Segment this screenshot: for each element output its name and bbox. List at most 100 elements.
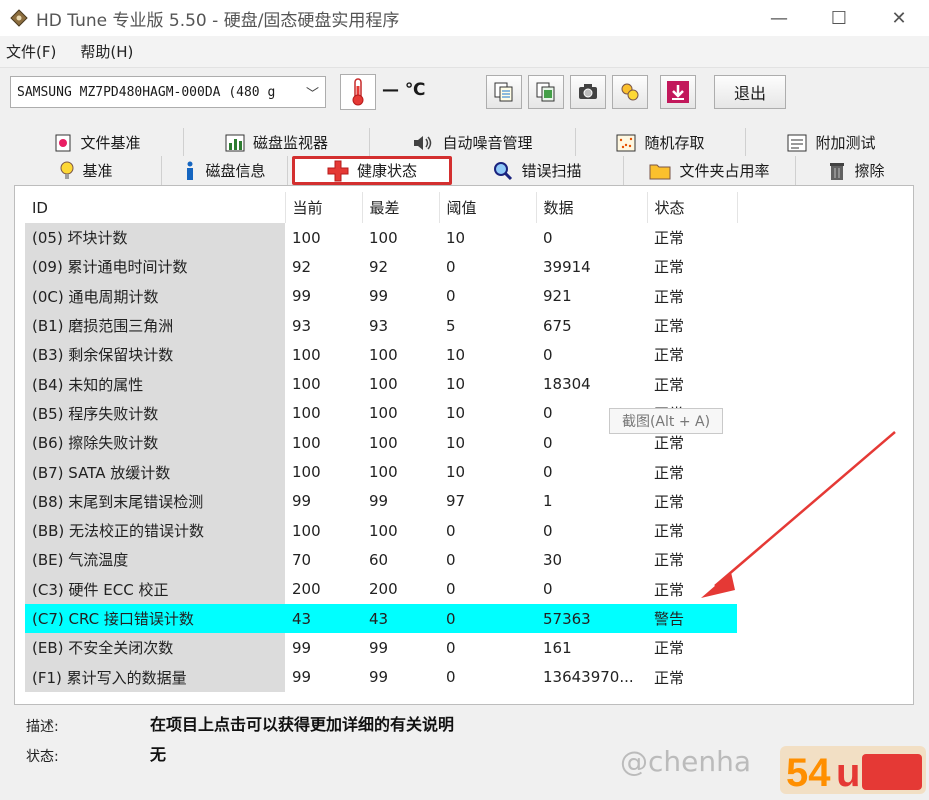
cell-id: (B8) 末尾到末尾错误检测 bbox=[25, 486, 285, 516]
table-row[interactable]: (0C) 通电周期计数 99 99 0 921 正常 bbox=[25, 281, 737, 311]
wrench-icon bbox=[621, 83, 639, 101]
col-current[interactable]: 当前 bbox=[285, 192, 363, 223]
table-row[interactable]: (EB) 不安全关闭次数 99 99 0 161 正常 bbox=[25, 633, 737, 663]
tab-disk-info[interactable]: 磁盘信息 bbox=[162, 156, 288, 185]
tab-error-scan[interactable]: 错误扫描 bbox=[452, 156, 624, 185]
cell-data: 30 bbox=[543, 550, 563, 569]
table-row[interactable]: (B7) SATA 放缓计数 100 100 10 0 正常 bbox=[25, 457, 737, 487]
cell-data: 0 bbox=[543, 521, 553, 540]
copy-icon bbox=[494, 82, 513, 102]
svg-text:u: u bbox=[836, 751, 860, 795]
cell-data: 161 bbox=[543, 638, 572, 657]
cell-status: 正常 bbox=[654, 258, 685, 277]
cell-status: 正常 bbox=[654, 375, 685, 394]
table-row[interactable]: (B1) 磨损范围三角洲 93 93 5 675 正常 bbox=[25, 310, 737, 341]
tab-file-benchmark[interactable]: 文件基准 bbox=[12, 128, 184, 157]
tab-benchmark[interactable]: 基准 bbox=[12, 156, 162, 185]
drive-select[interactable]: SAMSUNG MZ7PD480HAGM-000DA (480 g ﹀ bbox=[10, 76, 326, 108]
col-worst[interactable]: 最差 bbox=[362, 192, 440, 223]
cell-data: 675 bbox=[543, 316, 572, 335]
cell-threshold: 10 bbox=[446, 463, 466, 482]
table-row[interactable]: (B8) 末尾到末尾错误检测 99 99 97 1 正常 bbox=[25, 486, 737, 516]
exit-button[interactable]: 退出 bbox=[714, 75, 786, 109]
camera-icon bbox=[579, 84, 597, 99]
tabs-top-row: 文件基准 磁盘监视器 自动噪音管理 随机存取 附加测试 bbox=[12, 128, 917, 157]
cell-threshold: 0 bbox=[446, 638, 456, 657]
table-row[interactable]: (B3) 剩余保留块计数 100 100 10 0 正常 bbox=[25, 340, 737, 370]
copy-all-button[interactable] bbox=[528, 75, 564, 109]
cell-status: 正常 bbox=[654, 229, 685, 248]
cell-current: 70 bbox=[292, 550, 312, 569]
cell-status: 正常 bbox=[654, 668, 685, 687]
cell-data: 0 bbox=[543, 345, 553, 364]
minimize-button[interactable]: — bbox=[749, 0, 809, 36]
site-logo-watermark: 54 u bbox=[780, 746, 926, 795]
tabs-bottom-row: 基准 磁盘信息 健康状态 错误扫描 文件夹占用率 擦除 bbox=[12, 156, 917, 185]
disk-monitor-icon bbox=[225, 134, 245, 151]
col-threshold[interactable]: 阈值 bbox=[439, 192, 537, 223]
tab-extra-tests[interactable]: 附加测试 bbox=[746, 128, 917, 157]
copy-button[interactable] bbox=[486, 75, 522, 109]
file-benchmark-icon bbox=[55, 134, 71, 151]
cell-current: 43 bbox=[285, 603, 362, 634]
col-id[interactable]: ID bbox=[25, 192, 286, 223]
close-button[interactable]: ✕ bbox=[869, 0, 929, 36]
cell-threshold: 10 bbox=[446, 433, 466, 452]
tab-erase[interactable]: 擦除 bbox=[796, 156, 917, 185]
cell-worst: 100 bbox=[369, 463, 398, 482]
cell-data: 13643970... bbox=[543, 668, 634, 687]
table-row[interactable]: (09) 累计通电时间计数 92 92 0 39914 正常 bbox=[25, 252, 737, 282]
cell-threshold: 97 bbox=[446, 492, 466, 511]
cell-worst: 99 bbox=[369, 638, 389, 657]
random-access-icon bbox=[616, 134, 636, 151]
cell-threshold: 0 bbox=[446, 287, 456, 306]
cell-worst: 100 bbox=[369, 433, 398, 452]
cell-worst: 99 bbox=[369, 492, 389, 511]
download-arrow-icon bbox=[667, 81, 689, 103]
cell-id: (B4) 未知的属性 bbox=[25, 369, 285, 399]
cell-current: 100 bbox=[292, 375, 321, 394]
menu-file[interactable]: 文件(F) bbox=[6, 41, 56, 62]
col-status[interactable]: 状态 bbox=[647, 192, 738, 223]
thermometer-icon bbox=[340, 74, 376, 110]
cell-current: 100 bbox=[292, 228, 321, 247]
menu-help[interactable]: 帮助(H) bbox=[80, 41, 133, 62]
temperature-readout: — ℃ bbox=[382, 80, 426, 100]
table-row-warning[interactable]: (C7) CRC 接口错误计数 43 43 0 57363 警告 bbox=[25, 603, 737, 634]
cell-threshold: 10 bbox=[446, 345, 466, 364]
cell-id: (05) 坏块计数 bbox=[25, 223, 285, 253]
table-row[interactable]: (C3) 硬件 ECC 校正 200 200 0 0 正常 bbox=[25, 574, 737, 604]
annotation-arrow bbox=[701, 431, 896, 598]
table-row[interactable]: (BE) 气流温度 70 60 0 30 正常 bbox=[25, 545, 737, 575]
table-row[interactable]: (05) 坏块计数 100 100 10 0 正常 bbox=[25, 223, 737, 253]
tab-disk-monitor[interactable]: 磁盘监视器 bbox=[184, 128, 370, 157]
cell-threshold: 10 bbox=[446, 404, 466, 423]
cell-worst: 100 bbox=[369, 404, 398, 423]
tab-random-access[interactable]: 随机存取 bbox=[576, 128, 746, 157]
save-button[interactable] bbox=[660, 75, 696, 109]
cell-threshold: 0 bbox=[446, 668, 456, 687]
cell-id: (B5) 程序失败计数 bbox=[25, 398, 285, 429]
cell-threshold: 0 bbox=[446, 550, 456, 569]
description-value: 在项目上点击可以获得更加详细的有关说明 bbox=[150, 715, 455, 734]
table-row[interactable]: (B4) 未知的属性 100 100 10 18304 正常 bbox=[25, 369, 737, 399]
smart-table: ID 当前 最差 阈值 数据 状态 (05) 坏块计数 100 100 10 0 正常 (0… bbox=[25, 192, 738, 692]
cell-threshold: 10 bbox=[446, 375, 466, 394]
options-button[interactable] bbox=[612, 75, 648, 109]
cell-worst: 100 bbox=[369, 375, 398, 394]
cell-worst: 60 bbox=[369, 550, 389, 569]
tab-folder-usage[interactable]: 文件夹占用率 bbox=[624, 156, 796, 185]
tab-health[interactable]: 健康状态 bbox=[292, 156, 452, 185]
col-data[interactable]: 数据 bbox=[536, 192, 648, 223]
table-row[interactable]: (BB) 无法校正的错误计数 100 100 0 0 正常 bbox=[25, 515, 737, 546]
cell-current: 100 bbox=[292, 463, 321, 482]
tab-noise-management[interactable]: 自动噪音管理 bbox=[370, 128, 576, 157]
cell-threshold: 0 bbox=[439, 603, 536, 634]
cell-threshold: 10 bbox=[446, 228, 466, 247]
maximize-button[interactable]: ☐ bbox=[809, 0, 869, 36]
cell-id: (F1) 累计写入的数据量 bbox=[25, 662, 285, 692]
screenshot-button[interactable] bbox=[570, 75, 606, 109]
title-bar: HD Tune 专业版 5.50 - 硬盘/固态硬盘实用程序 — ☐ ✕ bbox=[0, 0, 929, 36]
magnifier-icon bbox=[494, 161, 513, 180]
table-row[interactable]: (F1) 累计写入的数据量 99 99 0 13643970... 正常 bbox=[25, 662, 737, 692]
